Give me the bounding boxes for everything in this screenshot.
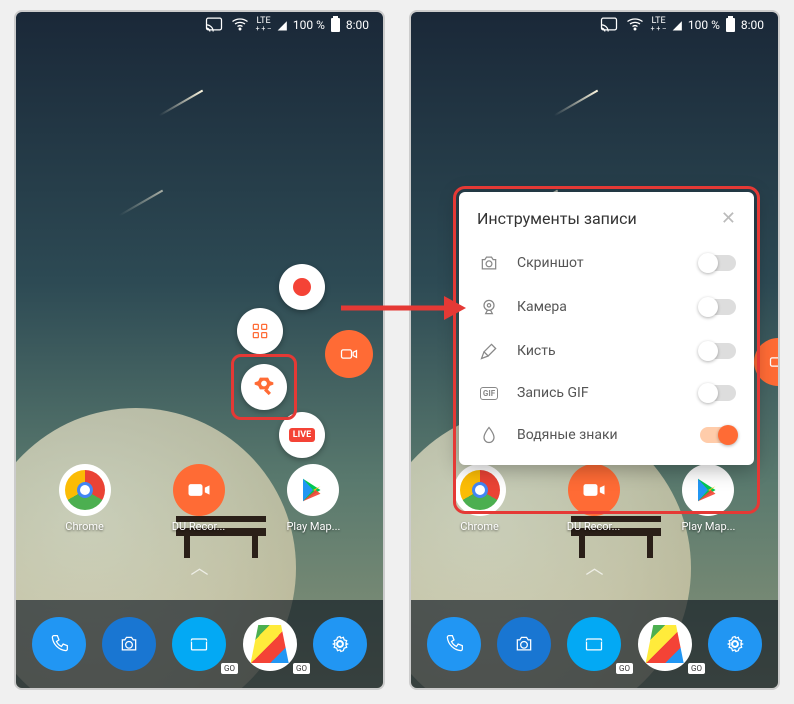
phone-left: LTE+ + – ◢ 100 % 8:00 LIVE Chrome	[14, 10, 385, 690]
du-recorder-icon	[173, 464, 225, 516]
dock-phone[interactable]	[427, 617, 481, 671]
toggle-gif[interactable]	[700, 385, 736, 401]
play-store-icon	[287, 464, 339, 516]
fab-tools-button[interactable]	[241, 364, 287, 410]
network-label: LTE+ + –	[651, 17, 667, 33]
battery-text: 100 %	[688, 18, 720, 32]
fab-apps-button[interactable]	[237, 308, 283, 354]
dialog-row-brush: Кисть	[459, 329, 754, 373]
toggle-screenshot[interactable]	[700, 255, 736, 271]
row-label: Скриншот	[517, 255, 684, 271]
chrome-icon	[59, 464, 111, 516]
chrome-icon	[454, 464, 506, 516]
app-label: DU Recor...	[172, 520, 226, 533]
battery-icon	[331, 18, 340, 32]
fab-main-button[interactable]	[325, 330, 373, 378]
signal-icon: ◢	[673, 18, 682, 32]
app-label: Play Мар...	[681, 520, 735, 533]
app-label: Chrome	[460, 520, 499, 533]
battery-text: 100 %	[293, 18, 325, 32]
live-badge: LIVE	[289, 428, 315, 442]
status-bar: LTE+ + – ◢ 100 % 8:00	[411, 12, 778, 38]
webcam-icon	[477, 297, 501, 317]
dock-mail[interactable]	[172, 617, 226, 671]
wallpaper-star	[554, 90, 598, 117]
dock-mail[interactable]	[567, 617, 621, 671]
fab-record-button[interactable]	[279, 264, 325, 310]
dialog-row-gif: GIF Запись GIF	[459, 373, 754, 413]
wifi-icon	[625, 14, 645, 37]
dock-camera[interactable]	[497, 617, 551, 671]
battery-icon	[726, 18, 735, 32]
gif-icon: GIF	[477, 387, 501, 400]
row-label: Запись GIF	[517, 385, 684, 401]
dock: GO GO	[411, 600, 778, 688]
go-badge: GO	[688, 663, 705, 674]
clock-text: 8:00	[741, 18, 764, 32]
dock-camera[interactable]	[102, 617, 156, 671]
row-label: Кисть	[517, 343, 684, 359]
dialog-row-camera: Камера	[459, 285, 754, 329]
app-label: Chrome	[65, 520, 104, 533]
app-du-recorder[interactable]: DU Recor...	[567, 464, 621, 533]
home-apps-row: Chrome DU Recor... Play Мар...	[16, 464, 383, 533]
app-label: DU Recor...	[567, 520, 621, 533]
wallpaper-star	[119, 190, 163, 217]
app-drawer-handle[interactable]: ︿	[586, 554, 604, 580]
tools-dialog: Инструменты записи ✕ Скриншот Камера	[459, 192, 754, 465]
row-label: Камера	[517, 299, 684, 315]
wallpaper-star	[159, 90, 203, 117]
dock-settings[interactable]	[313, 617, 367, 671]
app-drawer-handle[interactable]: ︿	[191, 554, 209, 580]
phone-right: LTE+ + – ◢ 100 % 8:00 Инструменты записи…	[409, 10, 780, 690]
app-chrome[interactable]: Chrome	[454, 464, 506, 533]
fab-live-button[interactable]: LIVE	[279, 412, 325, 458]
toggle-camera[interactable]	[700, 299, 736, 315]
fab-main-button[interactable]	[754, 338, 780, 386]
dialog-title: Инструменты записи	[477, 209, 637, 228]
toggle-brush[interactable]	[700, 343, 736, 359]
app-play-store[interactable]: Play Мар...	[681, 464, 735, 533]
dialog-close-button[interactable]: ✕	[721, 208, 736, 229]
play-store-icon	[682, 464, 734, 516]
cast-icon	[204, 14, 224, 37]
go-badge: GO	[616, 663, 633, 674]
app-label: Play Мар...	[286, 520, 340, 533]
dialog-row-screenshot: Скриншот	[459, 241, 754, 285]
home-apps-row: Chrome DU Recor... Play Мар...	[411, 464, 778, 533]
du-recorder-icon	[568, 464, 620, 516]
clock-text: 8:00	[346, 18, 369, 32]
signal-icon: ◢	[278, 18, 287, 32]
cast-icon	[599, 14, 619, 37]
dock-maps[interactable]	[638, 617, 692, 671]
app-play-store[interactable]: Play Мар...	[286, 464, 340, 533]
dock-maps[interactable]	[243, 617, 297, 671]
row-label: Водяные знаки	[517, 427, 684, 443]
toggle-watermark[interactable]	[700, 427, 736, 443]
status-bar: LTE+ + – ◢ 100 % 8:00	[16, 12, 383, 38]
app-chrome[interactable]: Chrome	[59, 464, 111, 533]
dock: GO GO	[16, 600, 383, 688]
app-du-recorder[interactable]: DU Recor...	[172, 464, 226, 533]
go-badge: GO	[293, 663, 310, 674]
dock-phone[interactable]	[32, 617, 86, 671]
dialog-row-watermark: Водяные знаки	[459, 413, 754, 457]
wifi-icon	[230, 14, 250, 37]
water-icon	[477, 425, 501, 445]
brush-icon	[477, 341, 501, 361]
network-label: LTE+ + –	[256, 17, 272, 33]
camera-icon	[477, 253, 501, 273]
dock-settings[interactable]	[708, 617, 762, 671]
go-badge: GO	[221, 663, 238, 674]
